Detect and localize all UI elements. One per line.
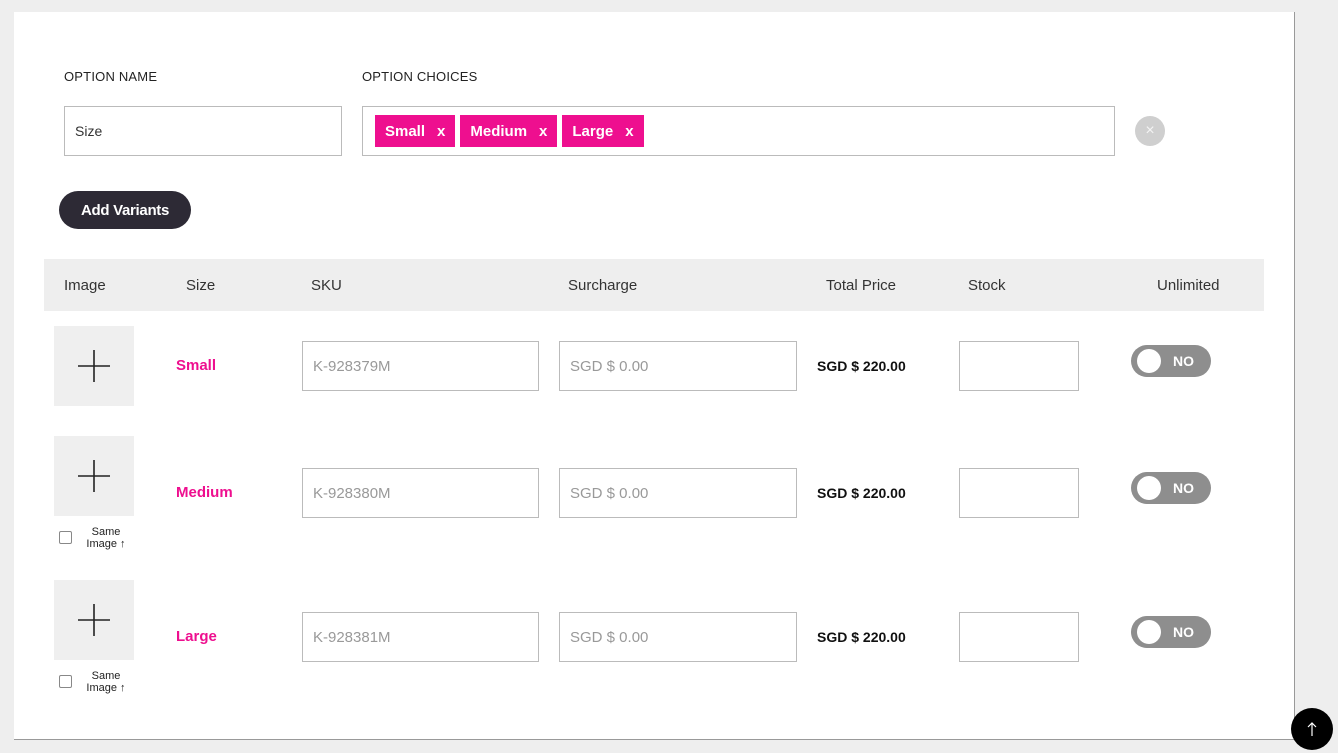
stock-input[interactable]: [959, 468, 1079, 518]
arrow-up-icon: [1307, 722, 1317, 736]
close-icon: ×: [1145, 122, 1155, 139]
variant-size-label: Small: [176, 357, 217, 374]
variant-options-panel: OPTION NAME OPTION CHOICES Small x Mediu…: [14, 12, 1295, 740]
choice-chip-large: Large x: [562, 115, 644, 147]
option-name-input[interactable]: [64, 106, 342, 156]
remove-choice-small-button[interactable]: x: [437, 123, 445, 140]
header-unlimited: Unlimited: [1157, 277, 1220, 294]
option-name-label: OPTION NAME: [64, 69, 158, 84]
header-total-price: Total Price: [826, 277, 897, 294]
same-image-label-line2: Image ↑: [86, 682, 126, 694]
header-stock: Stock: [968, 277, 1006, 294]
remove-choice-large-button[interactable]: x: [625, 123, 633, 140]
same-image-label-line1: Same: [91, 670, 121, 682]
remove-choice-medium-button[interactable]: x: [539, 123, 547, 140]
surcharge-input[interactable]: [559, 468, 797, 518]
toggle-label: NO: [1173, 480, 1194, 496]
toggle-knob: [1137, 349, 1161, 373]
total-price: SGD $ 220.00: [817, 358, 906, 374]
add-image-button[interactable]: [54, 326, 134, 406]
toggle-knob: [1137, 620, 1161, 644]
same-image-checkbox[interactable]: [59, 675, 72, 688]
surcharge-input[interactable]: [559, 612, 797, 662]
same-image-label-line1: Same: [91, 526, 121, 538]
plus-icon: [78, 604, 110, 636]
same-image-label-line2: Image ↑: [86, 538, 126, 550]
toggle-knob: [1137, 476, 1161, 500]
add-image-button[interactable]: [54, 436, 134, 516]
sku-input[interactable]: [302, 612, 539, 662]
total-price: SGD $ 220.00: [817, 629, 906, 645]
plus-icon: [78, 350, 110, 382]
option-choices-input[interactable]: Small x Medium x Large x: [362, 106, 1115, 156]
header-surcharge: Surcharge: [568, 277, 638, 294]
choice-chip-label: Large: [572, 122, 614, 140]
unlimited-toggle[interactable]: NO: [1131, 616, 1211, 648]
total-price: SGD $ 220.00: [817, 485, 906, 501]
plus-icon: [78, 460, 110, 492]
header-sku: SKU: [311, 277, 342, 294]
surcharge-input[interactable]: [559, 341, 797, 391]
choice-chip-medium: Medium x: [460, 115, 558, 147]
sku-input[interactable]: [302, 468, 539, 518]
header-image: Image: [64, 277, 106, 294]
stock-input[interactable]: [959, 341, 1079, 391]
same-image-checkbox[interactable]: [59, 531, 72, 544]
add-variants-button[interactable]: Add Variants: [59, 191, 191, 229]
same-image-label: Same Image ↑: [76, 526, 136, 550]
choice-chip-label: Medium: [470, 122, 528, 140]
unlimited-toggle[interactable]: NO: [1131, 472, 1211, 504]
variant-size-label: Medium: [176, 484, 233, 501]
scroll-to-top-button[interactable]: [1291, 708, 1333, 750]
toggle-label: NO: [1173, 624, 1194, 640]
unlimited-toggle[interactable]: NO: [1131, 345, 1211, 377]
choice-chip-label: Small: [385, 122, 426, 140]
stock-input[interactable]: [959, 612, 1079, 662]
option-choices-label: OPTION CHOICES: [362, 69, 478, 84]
sku-input[interactable]: [302, 341, 539, 391]
remove-option-button[interactable]: ×: [1135, 116, 1165, 146]
add-image-button[interactable]: [54, 580, 134, 660]
toggle-label: NO: [1173, 353, 1194, 369]
variants-table-header: Image Size SKU Surcharge Total Price Sto…: [44, 259, 1264, 311]
variant-size-label: Large: [176, 628, 217, 645]
choice-chip-small: Small x: [375, 115, 456, 147]
header-size: Size: [186, 277, 216, 294]
same-image-label: Same Image ↑: [76, 670, 136, 694]
